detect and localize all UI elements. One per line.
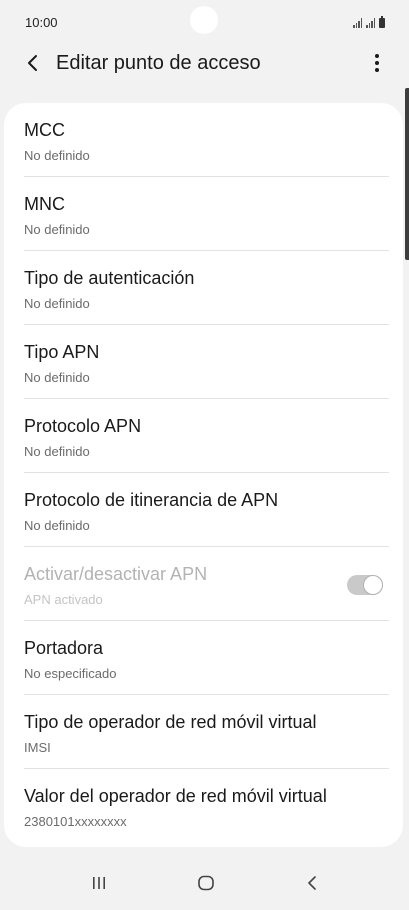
setting-apn-type[interactable]: Tipo APN No definido	[4, 325, 403, 399]
setting-value: IMSI	[24, 740, 51, 755]
setting-title: Activar/desactivar APN	[24, 564, 208, 584]
setting-bearer[interactable]: Portadora No especificado	[4, 621, 403, 695]
page-title: Editar punto de acceso	[56, 52, 261, 74]
signal-icon	[353, 18, 362, 28]
setting-title: MCC	[24, 120, 65, 140]
home-icon	[198, 875, 214, 891]
setting-title: Tipo de operador de red móvil virtual	[24, 712, 317, 732]
setting-value: No definido	[24, 148, 90, 163]
setting-auth-type[interactable]: Tipo de autenticación No definido	[4, 251, 403, 325]
recents-button[interactable]	[84, 868, 114, 898]
scrollbar[interactable]	[405, 88, 409, 260]
chevron-left-icon	[28, 55, 37, 71]
more-options-button[interactable]	[365, 50, 389, 76]
more-vertical-icon	[375, 54, 379, 72]
setting-mvno-type[interactable]: Tipo de operador de red móvil virtual IM…	[4, 695, 403, 769]
setting-apn-protocol[interactable]: Protocolo APN No definido	[4, 399, 403, 473]
settings-card: MCC No definido MNC No definido Tipo de …	[4, 103, 403, 847]
setting-value: No definido	[24, 370, 90, 385]
recents-icon	[93, 877, 105, 889]
setting-title: Protocolo de itinerancia de APN	[24, 490, 279, 510]
setting-value: No definido	[24, 518, 90, 533]
nav-back-button[interactable]	[297, 868, 327, 898]
setting-title: Valor del operador de red móvil virtual	[24, 786, 327, 806]
battery-icon	[379, 16, 385, 28]
setting-value: No definido	[24, 222, 90, 237]
setting-value: 2380101xxxxxxxx	[24, 814, 127, 829]
setting-title: Tipo de autenticación	[24, 268, 195, 288]
setting-mvno-value[interactable]: Valor del operador de red móvil virtual …	[4, 769, 403, 843]
back-button[interactable]	[20, 50, 46, 76]
setting-title: Tipo APN	[24, 342, 100, 362]
setting-title: MNC	[24, 194, 65, 214]
app-bar: Editar punto de acceso	[0, 46, 409, 82]
home-button[interactable]	[191, 868, 221, 898]
camera-cutout	[190, 6, 218, 34]
toggle-knob	[364, 576, 382, 594]
status-icons	[353, 16, 385, 28]
signal-icon	[366, 18, 375, 28]
setting-value: No definido	[24, 444, 90, 459]
setting-apn-roaming-protocol[interactable]: Protocolo de itinerancia de APN No defin…	[4, 473, 403, 547]
setting-title: Portadora	[24, 638, 104, 658]
apn-enable-toggle	[347, 575, 383, 595]
setting-mcc[interactable]: MCC No definido	[4, 103, 403, 177]
setting-value: APN activado	[24, 592, 103, 607]
status-time: 10:00	[25, 15, 58, 30]
setting-value: No especificado	[24, 666, 117, 681]
setting-value: No definido	[24, 296, 90, 311]
setting-mnc[interactable]: MNC No definido	[4, 177, 403, 251]
setting-title: Protocolo APN	[24, 416, 142, 436]
back-icon	[308, 876, 316, 890]
status-bar: 10:00	[0, 0, 409, 46]
setting-apn-enable: Activar/desactivar APN APN activado	[4, 547, 403, 621]
navigation-bar	[0, 854, 409, 910]
